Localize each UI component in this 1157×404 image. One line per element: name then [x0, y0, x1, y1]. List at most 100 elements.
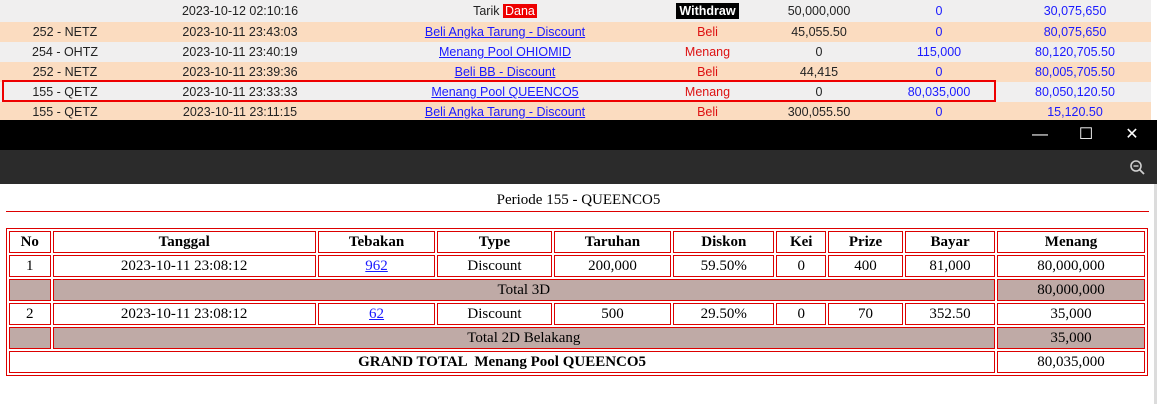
withdraw-badge: Withdraw — [676, 3, 739, 19]
periode-title: Periode 155 - QUEENCO5 — [496, 192, 661, 208]
row-description-link[interactable]: Beli Angka Tarung - Discount — [350, 102, 660, 122]
row-date: 2023-10-11 23:43:03 — [182, 25, 298, 39]
cell-menang: 35,000 — [997, 303, 1145, 325]
transaction-row-highlighted: 155 - QETZ 2023-10-11 23:33:33 Menang Po… — [0, 82, 1157, 102]
cell-taruhan: 200,000 — [553, 255, 672, 277]
row-balance: 80,120,705.50 — [1035, 45, 1115, 59]
cell-kei: 0 — [776, 255, 827, 277]
row-debit: 50,000,000 — [787, 4, 851, 18]
dana-badge: Dana — [503, 4, 537, 18]
popup-titlebar[interactable]: — ☐ ✕ — [0, 120, 1157, 150]
row-credit: 0 — [935, 25, 943, 39]
row-description-link[interactable]: Beli Angka Tarung - Discount — [350, 22, 660, 42]
row-type: Withdraw — [660, 0, 755, 22]
table-row: 2 2023-10-11 23:08:12 62 Discount 500 29… — [9, 303, 1145, 325]
cell-no: 2 — [9, 303, 51, 325]
header-diskon: Diskon — [673, 231, 775, 253]
row-debit: 300,055.50 — [787, 105, 851, 119]
row-debit: 45,055.50 — [791, 25, 847, 39]
cell-type: Discount — [437, 303, 552, 325]
tebakan-link[interactable]: 62 — [369, 306, 384, 322]
header-bayar: Bayar — [904, 231, 996, 253]
total-value: 80,000,000 — [997, 279, 1145, 301]
popup-content: Periode 155 - QUEENCO5 No Tanggal Tebaka… — [0, 184, 1157, 404]
minimize-icon: — — [1032, 126, 1048, 143]
transaction-list: 2023-10-12 02:10:16 Tarik Dana Withdraw … — [0, 0, 1157, 122]
zoom-icon — [1130, 160, 1145, 175]
total-label: Total 2D Belakang — [52, 327, 996, 349]
header-no: No — [9, 231, 51, 253]
cell-diskon: 29.50% — [673, 303, 775, 325]
bet-detail-table: No Tanggal Tebakan Type Taruhan Diskon K… — [6, 228, 1148, 376]
row-type: Beli — [697, 105, 718, 119]
transaction-row: 254 - OHTZ 2023-10-11 23:40:19 Menang Po… — [0, 42, 1157, 62]
title-divider — [6, 211, 1149, 212]
tebakan-link[interactable]: 962 — [365, 258, 388, 274]
row-balance: 80,075,650 — [1043, 25, 1107, 39]
cell-taruhan: 500 — [553, 303, 672, 325]
row-type: Beli — [697, 65, 718, 79]
row-user: 252 - NETZ — [32, 25, 98, 39]
row-user: 155 - QETZ — [32, 85, 98, 99]
close-button[interactable]: ✕ — [1109, 120, 1155, 150]
row-description-link[interactable]: Menang Pool OHIOMID — [350, 42, 660, 62]
row-balance: 80,050,120.50 — [1035, 85, 1115, 99]
header-type: Type — [437, 231, 552, 253]
total-label: Total 3D — [52, 279, 996, 301]
row-user: 155 - QETZ — [32, 105, 98, 119]
row-credit: 80,035,000 — [907, 85, 971, 99]
cell-tanggal: 2023-10-11 23:08:12 — [52, 255, 316, 277]
maximize-button[interactable]: ☐ — [1063, 120, 1109, 150]
row-credit: 0 — [935, 4, 943, 18]
table-header-row: No Tanggal Tebakan Type Taruhan Diskon K… — [9, 231, 1145, 253]
row-credit: 0 — [935, 65, 943, 79]
cell-tebakan: 962 — [317, 255, 436, 277]
row-date: 2023-10-11 23:11:15 — [182, 105, 298, 119]
header-prize: Prize — [828, 231, 903, 253]
cell-bayar: 352.50 — [904, 303, 996, 325]
grand-total-value: 80,035,000 — [997, 351, 1145, 373]
transaction-row: 252 - NETZ 2023-10-11 23:43:03 Beli Angk… — [0, 22, 1157, 42]
desc-prefix: Tarik — [473, 4, 500, 18]
close-icon: ✕ — [1125, 126, 1139, 143]
total-row: Total 3D 80,000,000 — [9, 279, 1145, 301]
row-description-link[interactable]: Menang Pool QUEENCO5 — [350, 82, 660, 102]
row-date: 2023-10-11 23:40:19 — [182, 45, 298, 59]
total-spacer — [9, 327, 51, 349]
row-description-link[interactable]: Beli BB - Discount — [350, 62, 660, 82]
header-tanggal: Tanggal — [52, 231, 316, 253]
cell-prize: 70 — [828, 303, 903, 325]
cell-tanggal: 2023-10-11 23:08:12 — [52, 303, 316, 325]
cell-diskon: 59.50% — [673, 255, 775, 277]
row-user: 252 - NETZ — [32, 65, 98, 79]
row-debit: 0 — [815, 85, 823, 99]
row-balance: 15,120.50 — [1047, 105, 1103, 119]
row-type: Menang — [684, 45, 731, 59]
cell-kei: 0 — [776, 303, 827, 325]
popup-toolbar — [0, 150, 1157, 184]
cell-menang: 80,000,000 — [997, 255, 1145, 277]
total-spacer — [9, 279, 51, 301]
cell-bayar: 81,000 — [904, 255, 996, 277]
total-row: Total 2D Belakang 35,000 — [9, 327, 1145, 349]
table-row: 1 2023-10-11 23:08:12 962 Discount 200,0… — [9, 255, 1145, 277]
zoom-button[interactable] — [1127, 157, 1149, 177]
cell-no: 1 — [9, 255, 51, 277]
header-tebakan: Tebakan — [317, 231, 436, 253]
minimize-button[interactable]: — — [1017, 120, 1063, 150]
header-menang: Menang — [997, 231, 1145, 253]
row-credit: 0 — [935, 105, 943, 119]
cell-tebakan: 62 — [317, 303, 436, 325]
row-debit: 0 — [815, 45, 823, 59]
transaction-row: 155 - QETZ 2023-10-11 23:11:15 Beli Angk… — [0, 102, 1157, 122]
cell-type: Discount — [437, 255, 552, 277]
grand-total-label: GRAND TOTAL Menang Pool QUEENCO5 — [9, 351, 996, 373]
row-type: Menang — [684, 85, 731, 99]
transaction-row: 2023-10-12 02:10:16 Tarik Dana Withdraw … — [0, 0, 1157, 22]
row-type: Beli — [697, 25, 718, 39]
row-balance: 80,005,705.50 — [1035, 65, 1115, 79]
row-date: 2023-10-11 23:39:36 — [182, 65, 298, 79]
header-taruhan: Taruhan — [553, 231, 672, 253]
total-value: 35,000 — [997, 327, 1145, 349]
cell-prize: 400 — [828, 255, 903, 277]
